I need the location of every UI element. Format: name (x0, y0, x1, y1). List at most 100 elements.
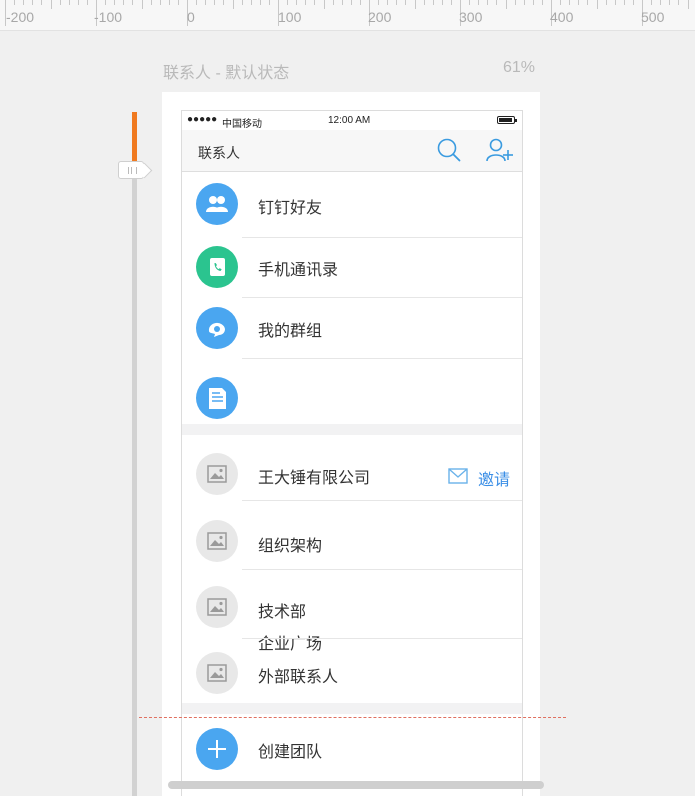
ruler-tick (41, 0, 42, 5)
ruler-label: 300 (459, 9, 483, 25)
horizontal-scrollbar[interactable] (168, 781, 544, 789)
section-separator (182, 703, 522, 714)
ruler-tick (387, 0, 388, 5)
list-item-label: 技术部 (258, 604, 307, 621)
ruler-tick (214, 0, 215, 5)
ruler-tick (160, 0, 161, 5)
list-item-label: 创建团队 (258, 744, 323, 761)
list-item-tech-dept[interactable]: 技术部 (182, 570, 522, 638)
list-item-external-contacts[interactable]: 外部联系人 (182, 639, 522, 703)
page-title: 联系人 (198, 145, 240, 161)
ruler-tick (251, 0, 252, 5)
ruler-tick (624, 0, 625, 5)
ruler-label: -200 (6, 9, 35, 25)
ruler-tick (23, 0, 24, 5)
phone-screen: ●●●●● 中国移动 12:00 AM 联系人 钉钉好友 手机通讯录 我的群组 (181, 110, 523, 796)
list-item-label: 组织架构 (258, 538, 323, 555)
ruler-tick (451, 0, 452, 5)
zoom-level: 61% (503, 59, 536, 76)
ruler-tick (424, 0, 425, 5)
ruler-tick (260, 0, 261, 5)
ruler-tick (533, 0, 534, 5)
artboard-title[interactable]: 联系人 - 默认状态 (163, 59, 289, 83)
list-item-phone-contacts[interactable]: 手机通讯录 (182, 238, 522, 297)
ruler-tick (515, 0, 516, 5)
status-time: 12:00 AM (328, 115, 371, 126)
image-placeholder-icon (196, 520, 238, 562)
ruler-tick (14, 0, 15, 5)
grip-icon (128, 167, 137, 174)
ruler-tick (597, 0, 598, 9)
vertical-slider-track[interactable] (132, 112, 137, 796)
list-item-label: 我的群组 (258, 323, 323, 340)
ruler-tick (606, 0, 607, 5)
friends-icon (196, 183, 238, 225)
ruler-tick (242, 0, 243, 5)
ruler-tick (233, 0, 234, 9)
ruler-tick (205, 0, 206, 5)
ruler-tick (114, 0, 115, 5)
ruler-tick (587, 0, 588, 5)
ruler-tick (32, 0, 33, 5)
ruler-tick (405, 0, 406, 5)
ruler-tick (660, 0, 661, 5)
invite-label: 邀请 (478, 472, 511, 489)
ruler-tick (560, 0, 561, 5)
list-item-label: 外部联系人 (258, 669, 339, 686)
list-item-enterprise-plaza[interactable]: 企业广场 (182, 359, 522, 653)
ruler-tick (142, 0, 143, 9)
guide-line[interactable] (139, 717, 566, 718)
ruler-tick (478, 0, 479, 5)
ruler-tick (269, 0, 270, 5)
ruler-tick (324, 0, 325, 9)
image-placeholder-icon (196, 652, 238, 694)
ruler-tick (633, 0, 634, 5)
ruler-tick (433, 0, 434, 5)
ruler-tick (132, 0, 133, 5)
ruler-tick (333, 0, 334, 5)
vertical-slider-fill (132, 112, 137, 164)
carrier-name: 中国移动 (222, 119, 262, 130)
document-icon (196, 377, 238, 419)
ruler-tick (360, 0, 361, 5)
phonebook-icon (196, 246, 238, 288)
ruler-tick (196, 0, 197, 5)
list-item-org-structure[interactable]: 组织架构 (182, 501, 522, 569)
group-icon (196, 307, 238, 349)
add-user-icon[interactable] (485, 136, 513, 164)
ruler-tick (496, 0, 497, 5)
ruler-tick (287, 0, 288, 5)
ruler-tick (342, 0, 343, 5)
ruler-tick (296, 0, 297, 5)
ruler-tick (678, 0, 679, 5)
image-placeholder-icon (196, 453, 238, 495)
ruler-tick (169, 0, 170, 5)
section-separator (182, 424, 522, 435)
ruler-tick (105, 0, 106, 5)
ruler-tick (569, 0, 570, 5)
list-item-label: 王大锤有限公司 (258, 470, 371, 487)
ruler-tick (688, 0, 689, 9)
ruler-tick (223, 0, 224, 5)
invite-button[interactable]: 邀请 (448, 466, 510, 490)
ruler-tick (487, 0, 488, 5)
ruler-tick (506, 0, 507, 9)
mail-icon (448, 467, 468, 489)
list-item-label: 手机通讯录 (258, 262, 339, 279)
list-item-dingtalk-friends[interactable]: 钉钉好友 (182, 173, 522, 237)
ruler-tick (396, 0, 397, 5)
ruler-tick (542, 0, 543, 5)
ruler-label: 400 (550, 9, 574, 25)
ruler-tick (151, 0, 152, 5)
ruler-tick (378, 0, 379, 5)
search-icon[interactable] (435, 136, 463, 164)
ruler-label: 500 (641, 9, 665, 25)
list-item-label: 钉钉好友 (258, 200, 323, 217)
vertical-slider-handle[interactable] (118, 161, 144, 179)
ruler-tick (578, 0, 579, 5)
list-item-my-groups[interactable]: 我的群组 (182, 298, 522, 358)
ruler-tick (123, 0, 124, 5)
ruler-tick (651, 0, 652, 5)
plus-icon (196, 728, 238, 770)
top-ruler: -200 -100 0 100 200 300 400 500 (0, 0, 695, 31)
